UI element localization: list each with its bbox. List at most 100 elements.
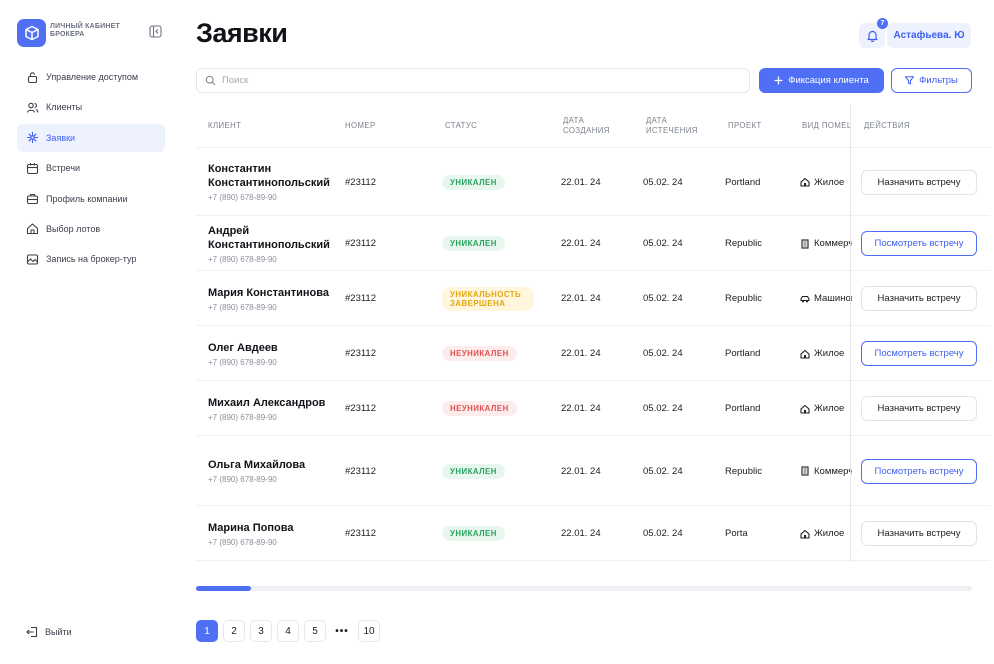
pagination: 1 2 3 4 5 ••• 10 bbox=[196, 620, 380, 642]
page-button[interactable]: 1 bbox=[196, 620, 218, 642]
page-button[interactable]: 5 bbox=[304, 620, 326, 642]
created-date: 22.01. 24 bbox=[561, 528, 601, 539]
page-button[interactable]: 3 bbox=[250, 620, 272, 642]
assign-meeting-button[interactable]: Назначить встречу bbox=[861, 169, 977, 195]
property-type: Жилое bbox=[814, 528, 845, 539]
view-meeting-button[interactable]: Посмотреть встречу bbox=[861, 231, 977, 256]
column-header-expires[interactable]: ДАТА ИСТЕЧЕНИЯ bbox=[646, 104, 706, 148]
sidebar-item-access[interactable]: Управление доступом bbox=[17, 63, 165, 91]
view-meeting-button[interactable]: Посмотреть встречу bbox=[861, 458, 977, 484]
sidebar-item-label: Заявки bbox=[46, 132, 76, 143]
status-badge: НЕУНИКАЛЕН bbox=[442, 401, 517, 416]
column-header-type[interactable]: ВИД ПОМЕЩЕНИЯ bbox=[802, 104, 850, 148]
request-number: #23112 bbox=[345, 528, 376, 539]
client-phone: +7 (890) 678-89-90 bbox=[208, 475, 277, 484]
assign-meeting-button[interactable]: Назначить встречу bbox=[861, 286, 977, 311]
request-number: #23112 bbox=[345, 465, 376, 477]
scrollbar-thumb[interactable] bbox=[196, 586, 251, 591]
property-type-cell: Коммерческое bbox=[800, 216, 852, 271]
sidebar-item-broker-tour[interactable]: Запись на брокер-тур bbox=[17, 245, 165, 273]
expires-date: 05.02. 24 bbox=[643, 403, 683, 414]
page-button[interactable]: 10 bbox=[358, 620, 380, 642]
client-cell: Михаил Александров +7 (890) 678-89-90 bbox=[208, 381, 338, 436]
assign-meeting-button[interactable]: Назначить встречу bbox=[861, 396, 977, 421]
property-type: Коммерческое bbox=[814, 465, 852, 477]
sidebar-item-label: Клиенты bbox=[46, 102, 83, 113]
client-name[interactable]: Олег Авдеев bbox=[208, 341, 278, 355]
column-header-project[interactable]: ПРОЕКТ bbox=[728, 104, 762, 148]
expires-date: 05.02. 24 bbox=[643, 348, 683, 359]
logo[interactable] bbox=[17, 19, 46, 47]
horizontal-scrollbar[interactable] bbox=[196, 586, 972, 591]
sidebar-item-label: Встречи bbox=[46, 163, 81, 174]
request-number: #23112 bbox=[345, 176, 376, 188]
client-cell: Мария Константинова +7 (890) 678-89-90 bbox=[208, 271, 338, 326]
project-name: Republic bbox=[725, 465, 762, 477]
filters-button[interactable]: Фильтры bbox=[891, 68, 972, 93]
sidebar-item-lots[interactable]: Выбор лотов bbox=[17, 215, 165, 243]
expires-date: 05.02. 24 bbox=[643, 176, 683, 188]
sidebar-item-clients[interactable]: Клиенты bbox=[17, 93, 165, 121]
project-name: Republic bbox=[725, 238, 762, 249]
property-type-cell: Коммерческое bbox=[800, 436, 852, 506]
property-type: Жилое bbox=[814, 403, 845, 414]
status-cell: УНИКАЛЕН bbox=[442, 506, 505, 561]
property-type-cell: Жилое bbox=[800, 326, 852, 381]
property-type: Коммерческое bbox=[814, 238, 852, 249]
user-menu-button[interactable]: Астафьева. Ю bbox=[887, 23, 971, 48]
property-type: Жилое bbox=[814, 176, 845, 188]
page-title: Заявки bbox=[196, 18, 288, 48]
column-header-number[interactable]: НОМЕР bbox=[345, 104, 376, 148]
sidebar-item-company-profile[interactable]: Профиль компании bbox=[17, 185, 165, 213]
status-cell: УНИКАЛЕН bbox=[442, 148, 505, 216]
project-name: Portland bbox=[725, 403, 761, 414]
search-box[interactable] bbox=[196, 68, 750, 93]
assign-meeting-button[interactable]: Назначить встречу bbox=[861, 521, 977, 546]
page-button[interactable]: 4 bbox=[277, 620, 299, 642]
status-badge: УНИКАЛЕН bbox=[442, 174, 505, 190]
project-name: Republic bbox=[725, 293, 762, 304]
project-name: Portland bbox=[725, 348, 761, 359]
column-header-client[interactable]: КЛИЕНТ bbox=[208, 104, 241, 148]
sidebar-item-label: Выбор лотов bbox=[46, 223, 101, 234]
fix-client-button[interactable]: Фиксация клиента bbox=[759, 68, 884, 93]
client-name[interactable]: Михаил Александров bbox=[208, 396, 325, 410]
client-cell: Ольга Михайлова +7 (890) 678-89-90 bbox=[208, 436, 338, 506]
home-icon bbox=[800, 529, 810, 539]
status-badge: УНИКАЛЬНОСТЬ ЗАВЕРШЕНА bbox=[442, 286, 534, 311]
client-name[interactable]: Мария Константинова bbox=[208, 286, 329, 300]
client-name[interactable]: Константин Константинопольский bbox=[208, 162, 338, 190]
client-phone: +7 (890) 678-89-90 bbox=[208, 537, 277, 547]
sidebar: ЛИЧНЫЙ КАБИНЕТ БРОКЕРА Управление доступ… bbox=[0, 0, 180, 664]
created-date: 22.01. 24 bbox=[561, 176, 601, 188]
request-number: #23112 bbox=[345, 348, 376, 359]
client-name[interactable]: Ольга Михайлова bbox=[208, 458, 305, 472]
property-type-cell: Жилое bbox=[800, 148, 852, 216]
expires-date: 05.02. 24 bbox=[643, 238, 683, 249]
client-cell: Константин Константинопольский +7 (890) … bbox=[208, 148, 338, 216]
created-date: 22.01. 24 bbox=[561, 465, 601, 477]
page-button[interactable]: 2 bbox=[223, 620, 245, 642]
column-header-created[interactable]: ДАТА СОЗДАНИЯ bbox=[563, 104, 623, 148]
sidebar-item-requests[interactable]: Заявки bbox=[17, 123, 165, 152]
view-meeting-button[interactable]: Посмотреть встречу bbox=[861, 341, 977, 366]
client-name[interactable]: Марина Попова bbox=[208, 521, 293, 535]
column-header-status[interactable]: СТАТУС bbox=[445, 104, 477, 148]
status-cell: УНИКАЛЕН bbox=[442, 216, 505, 271]
car-icon bbox=[800, 295, 810, 302]
collapse-sidebar-button[interactable] bbox=[149, 25, 162, 38]
search-input[interactable] bbox=[222, 75, 722, 86]
client-phone: +7 (890) 678-89-90 bbox=[208, 302, 277, 312]
sidebar-item-label: Запись на брокер-тур bbox=[46, 254, 137, 265]
project-name: Portland bbox=[725, 176, 761, 188]
logout-button[interactable]: Выйти bbox=[26, 626, 72, 638]
brand-label: ЛИЧНЫЙ КАБИНЕТ БРОКЕРА bbox=[50, 23, 120, 38]
created-date: 22.01. 24 bbox=[561, 403, 601, 414]
expires-date: 05.02. 24 bbox=[643, 293, 683, 304]
status-badge: УНИКАЛЕН bbox=[442, 526, 505, 541]
property-type-cell: Жилое bbox=[800, 381, 852, 436]
property-type: Жилое bbox=[814, 348, 845, 359]
home-icon bbox=[800, 349, 810, 359]
client-name[interactable]: Андрей Константинопольский bbox=[208, 224, 338, 252]
sidebar-item-meetings[interactable]: Встречи bbox=[17, 154, 165, 182]
